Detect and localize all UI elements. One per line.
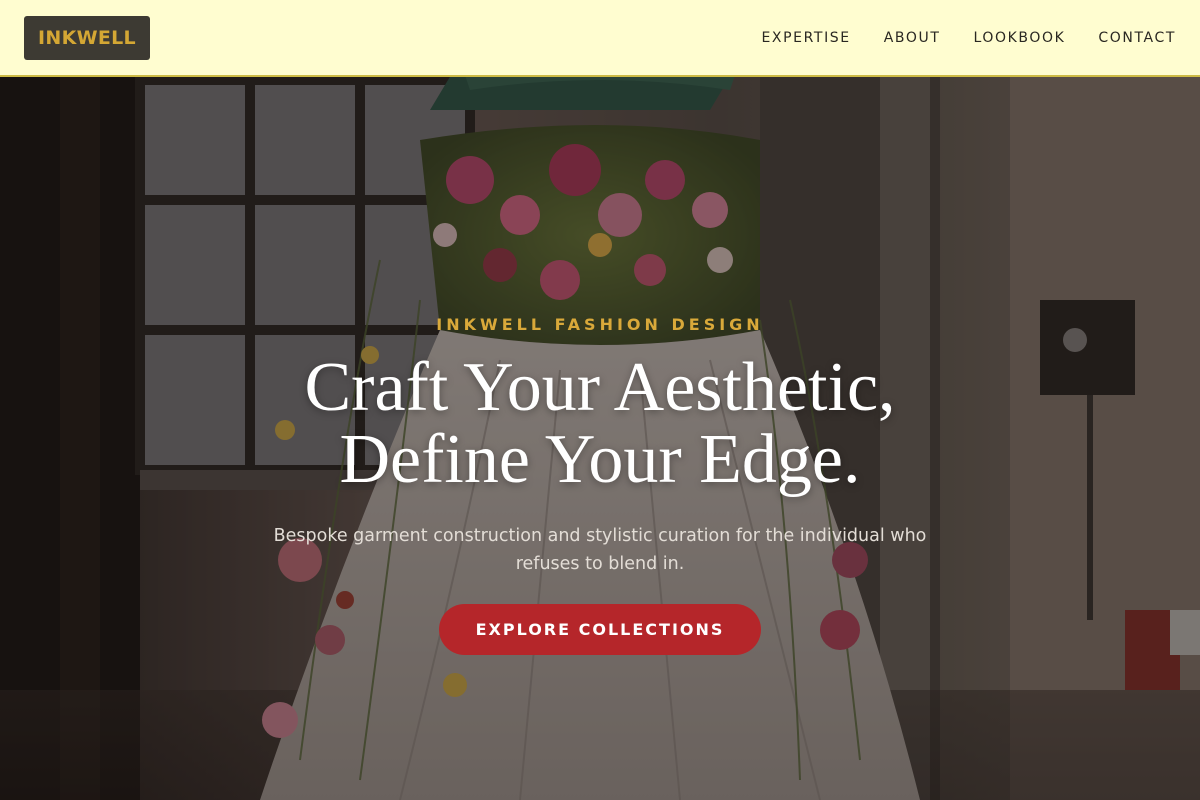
nav-link-expertise[interactable]: EXPERTISE [761,30,850,46]
nav-link-contact[interactable]: CONTACT [1098,30,1176,46]
nav-link-about[interactable]: ABOUT [884,30,941,46]
hero-subtitle: Bespoke garment construction and stylist… [273,526,927,574]
hero-headline-line1: Craft Your Aesthetic, [304,349,896,426]
main-nav: EXPERTISE ABOUT LOOKBOOK CONTACT [761,0,1176,76]
hero-section: INKWELL FASHION DESIGN Craft Your Aesthe… [0,0,1200,800]
logo[interactable]: INKWELL [24,16,150,60]
hero-eyebrow: INKWELL FASHION DESIGN [436,315,764,334]
nav-link-lookbook[interactable]: LOOKBOOK [974,30,1066,46]
site-header: INKWELL EXPERTISE ABOUT LOOKBOOK CONTACT [0,0,1200,77]
hero-headline-line2: Define Your Edge. [339,421,861,498]
hero-headline: Craft Your Aesthetic, Define Your Edge. [200,352,1000,496]
explore-collections-button[interactable]: EXPLORE COLLECTIONS [439,604,761,655]
